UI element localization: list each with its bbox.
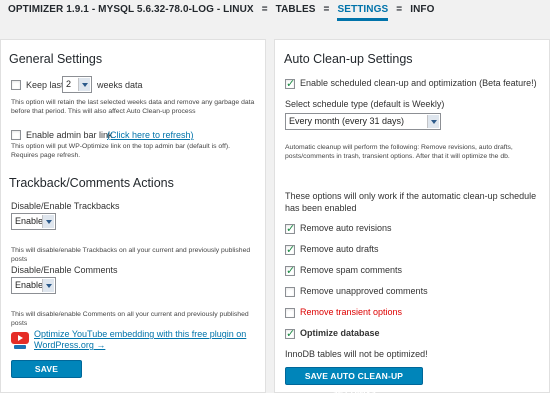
enable-schedule-label: Enable scheduled clean-up and optimizati… (300, 78, 537, 88)
save-auto-cleanup-button[interactable]: SAVE AUTO CLEAN-UP SETTINGS (285, 367, 423, 393)
remove-auto-revisions-checkbox[interactable] (285, 222, 295, 235)
remove-unapproved-comments-label: Remove unapproved comments (300, 286, 428, 296)
options-note: These options will only work if the auto… (285, 191, 537, 213)
auto-cleanup-heading: Auto Clean-up Settings (284, 52, 413, 66)
chevron-down-icon (42, 215, 54, 228)
comments-label: Disable/Enable Comments (11, 265, 118, 275)
admin-bar-checkbox[interactable] (11, 130, 21, 140)
trackbacks-help: This will disable/enable Trackbacks on a… (11, 247, 251, 263)
enable-schedule-checkbox[interactable] (285, 77, 295, 90)
remove-auto-drafts-label: Remove auto drafts (300, 244, 379, 254)
schedule-type-value: Every month (every 31 days) (289, 116, 405, 126)
comments-help: This will disable/enable Comments on all… (11, 311, 249, 327)
schedule-type-label: Select schedule type (default is Weekly) (285, 99, 445, 109)
trackbacks-label: Disable/Enable Trackbacks (11, 201, 120, 211)
general-settings-heading: General Settings (9, 52, 103, 66)
optimize-database-checkbox[interactable] (285, 327, 295, 340)
app-title: OPTIMIZER 1.9.1 - MYSQL 5.6.32-78.0-LOG … (8, 4, 254, 15)
tab-tables[interactable]: TABLES (276, 0, 316, 15)
chevron-down-icon (78, 78, 90, 91)
chevron-down-icon (427, 115, 439, 128)
nav-separator: = (396, 4, 403, 15)
save-settings-button[interactable]: SAVE SETTINGS (11, 360, 82, 390)
general-settings-panel: General Settings Keep last 2 weeks data … (0, 39, 266, 393)
keep-weeks-select[interactable]: 2 (62, 76, 92, 93)
refresh-link[interactable]: (Click here to refresh) (107, 130, 194, 140)
schedule-type-select[interactable]: Every month (every 31 days) (285, 113, 441, 130)
remove-auto-revisions-label: Remove auto revisions (300, 223, 392, 233)
remove-unapproved-comments-checkbox[interactable] (285, 287, 295, 297)
chevron-down-icon (42, 279, 54, 292)
keep-last-checkbox[interactable] (11, 80, 21, 90)
remove-transient-options-checkbox[interactable] (285, 308, 295, 318)
remove-spam-comments-checkbox[interactable] (285, 264, 295, 277)
tab-settings[interactable]: SETTINGS (337, 0, 389, 21)
optimize-database-label: Optimize database (300, 328, 380, 338)
remove-spam-comments-label: Remove spam comments (300, 265, 403, 275)
youtube-icon (11, 332, 29, 349)
keep-weeks-value: 2 (66, 79, 72, 89)
tab-info[interactable]: INFO (410, 0, 434, 15)
schedule-help: Automatic cleanup will perform the follo… (285, 144, 513, 160)
admin-bar-help: This option will put WP-Optimize link on… (11, 143, 230, 159)
weeks-data-label: weeks data (97, 80, 143, 90)
trackbacks-select[interactable]: Enable (11, 213, 56, 230)
youtube-plugin-link[interactable]: Optimize YouTube embedding with this fre… (34, 329, 259, 351)
admin-bar-label: Enable admin bar link (26, 130, 113, 140)
auto-cleanup-panel: Auto Clean-up Settings Enable scheduled … (274, 39, 550, 393)
nav-separator: = (323, 4, 330, 15)
comments-select[interactable]: Enable (11, 277, 56, 294)
top-nav: OPTIMIZER 1.9.1 - MYSQL 5.6.32-78.0-LOG … (0, 0, 550, 24)
nav-separator: = (261, 4, 268, 15)
trackbacks-value: Enable (15, 216, 44, 226)
innodb-note: InnoDB tables will not be optimized! (285, 349, 428, 359)
keep-last-label: Keep last (26, 80, 64, 90)
keep-last-help: This option will retain the last selecte… (11, 99, 255, 115)
trackback-heading: Trackback/Comments Actions (9, 176, 174, 190)
remove-auto-drafts-checkbox[interactable] (285, 243, 295, 256)
comments-value: Enable (15, 280, 44, 290)
remove-transient-options-label: Remove transient options (300, 307, 403, 317)
